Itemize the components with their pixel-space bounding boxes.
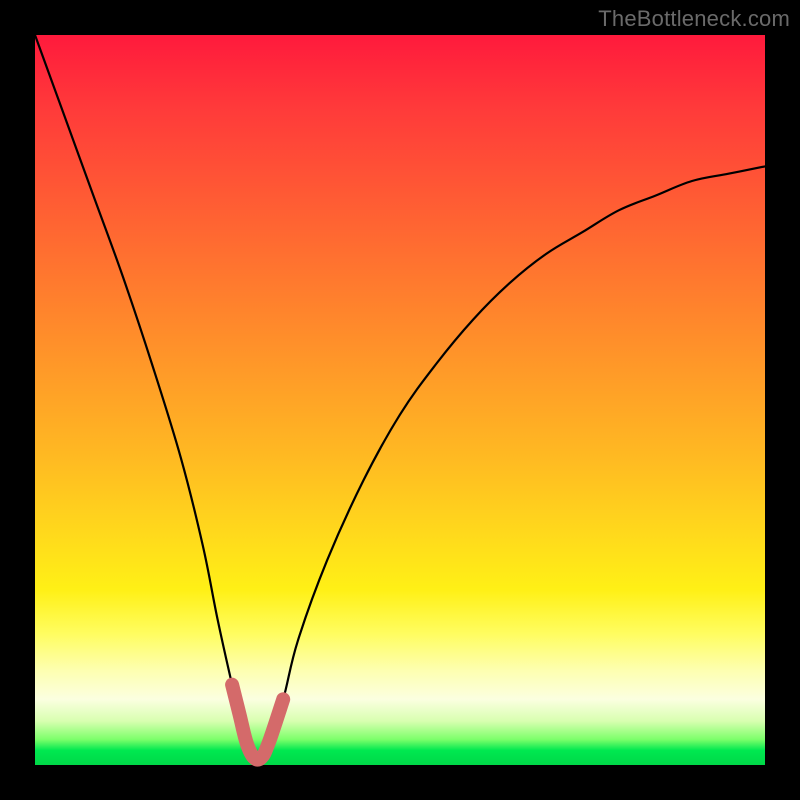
curve-svg — [35, 35, 765, 765]
valley-highlight — [232, 685, 283, 760]
chart-frame: TheBottleneck.com — [0, 0, 800, 800]
bottleneck-curve — [35, 35, 765, 760]
plot-area — [35, 35, 765, 765]
watermark-text: TheBottleneck.com — [598, 6, 790, 32]
